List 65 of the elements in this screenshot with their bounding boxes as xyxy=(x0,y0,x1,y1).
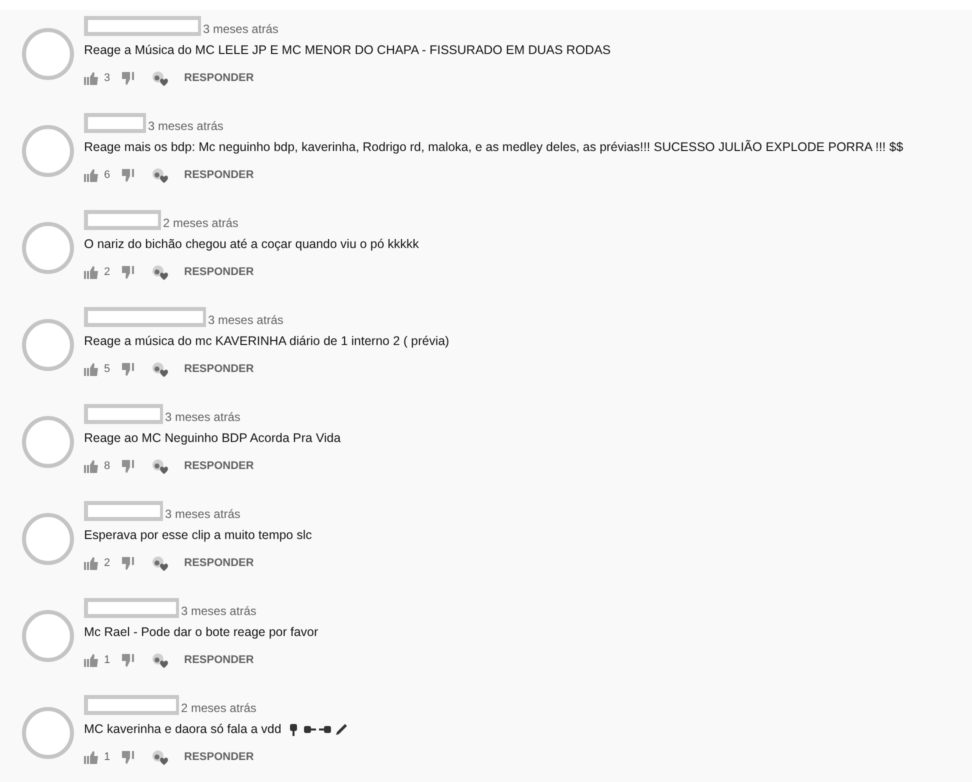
name-redaction-box xyxy=(84,113,146,133)
avatar xyxy=(22,416,74,468)
comment-time: 2 meses atrás xyxy=(181,701,256,715)
avatar xyxy=(22,707,74,759)
avatar xyxy=(22,125,74,177)
creator-heart-icon[interactable] xyxy=(152,652,168,668)
creator-heart-icon[interactable] xyxy=(152,264,168,280)
thumbs-up-icon[interactable] xyxy=(84,168,98,182)
comment-text: O nariz do bichão chegou até a coçar quando viu o pó kkkkk xyxy=(84,236,419,252)
thumbs-up-icon[interactable] xyxy=(84,72,98,84)
comment-time: 3 meses atrás xyxy=(181,604,256,618)
comment-text: Reage a Música do MC LELE JP E MC MENOR DO CHAPA - FISSURADO EM DUAS RODAS xyxy=(84,42,611,58)
comment-text: Reage ao MC Neguinho BDP Acorda Pra Vida xyxy=(84,430,341,446)
comment-text: Reage mais os bdp: Mc neguinho bdp, kaverinha, Rodrigo rd, maloka, e as medley deles, as prévias!!! SUCESSO JULIÃO EXPLODE PORRA !!! $$ xyxy=(84,139,904,155)
comment-time: 3 meses atrás xyxy=(203,22,278,36)
comment-text: MC kaverinha e daora só fala a vdd xyxy=(84,721,282,737)
creator-heart-icon[interactable] xyxy=(152,556,168,570)
thumbs-up-icon[interactable] xyxy=(84,750,98,764)
reply-button[interactable]: RESPONDER xyxy=(184,751,254,763)
comment-text: Reage a música do mc KAVERINHA diário de 1 interno 2 ( prévia) xyxy=(84,333,450,349)
thumbs-down-icon[interactable] xyxy=(122,750,136,764)
thumbs-down-icon[interactable] xyxy=(122,72,136,84)
thumbs-down-icon[interactable] xyxy=(122,556,136,570)
comment-time: 2 meses atrás xyxy=(163,216,238,230)
like-count: 2 xyxy=(104,266,110,278)
avatar xyxy=(22,319,74,371)
comment-time: 3 meses atrás xyxy=(165,410,240,424)
comment-text: Mc Rael - Pode dar o bote reage por favor xyxy=(84,624,318,640)
thumbs-up-icon[interactable] xyxy=(84,654,98,666)
reply-button[interactable]: RESPONDER xyxy=(184,557,254,569)
thumbs-down-icon[interactable] xyxy=(122,460,136,472)
like-count: 6 xyxy=(104,169,110,181)
like-count: 2 xyxy=(104,557,110,569)
creator-heart-icon[interactable] xyxy=(152,750,168,764)
creator-heart-icon[interactable] xyxy=(152,70,168,86)
comment-time: 3 meses atrás xyxy=(208,313,284,327)
creator-heart-icon[interactable] xyxy=(152,458,168,474)
thumbs-up-icon[interactable] xyxy=(84,362,98,376)
comment-time: 3 meses atrás xyxy=(165,507,240,521)
avatar xyxy=(22,610,74,662)
reply-button[interactable]: RESPONDER xyxy=(184,654,254,666)
thumbs-down-icon[interactable] xyxy=(122,168,136,182)
thumbs-down-icon[interactable] xyxy=(122,266,136,278)
thumbs-down-icon[interactable] xyxy=(122,362,136,376)
reply-button[interactable]: RESPONDER xyxy=(184,363,254,375)
comment-text: Esperava por esse clip a muito tempo slc xyxy=(84,527,312,543)
thumbs-up-icon[interactable] xyxy=(84,266,98,278)
avatar xyxy=(22,222,74,274)
comment-time: 3 meses atrás xyxy=(148,119,224,133)
thumbs-down-icon[interactable] xyxy=(122,654,136,666)
reply-button[interactable]: RESPONDER xyxy=(184,169,254,181)
like-count: 5 xyxy=(104,363,110,375)
reply-button[interactable]: RESPONDER xyxy=(184,72,254,84)
like-count: 1 xyxy=(104,654,110,666)
creator-heart-icon[interactable] xyxy=(152,168,168,182)
like-count: 1 xyxy=(104,751,110,763)
creator-heart-icon[interactable] xyxy=(152,362,168,376)
reply-button[interactable]: RESPONDER xyxy=(184,460,254,472)
like-count: 8 xyxy=(104,460,110,472)
avatar xyxy=(22,513,74,565)
like-count: 3 xyxy=(104,72,110,84)
thumbs-up-icon[interactable] xyxy=(84,460,98,472)
reply-button[interactable]: RESPONDER xyxy=(184,266,254,278)
avatar xyxy=(22,28,74,80)
thumbs-up-icon[interactable] xyxy=(84,556,98,570)
